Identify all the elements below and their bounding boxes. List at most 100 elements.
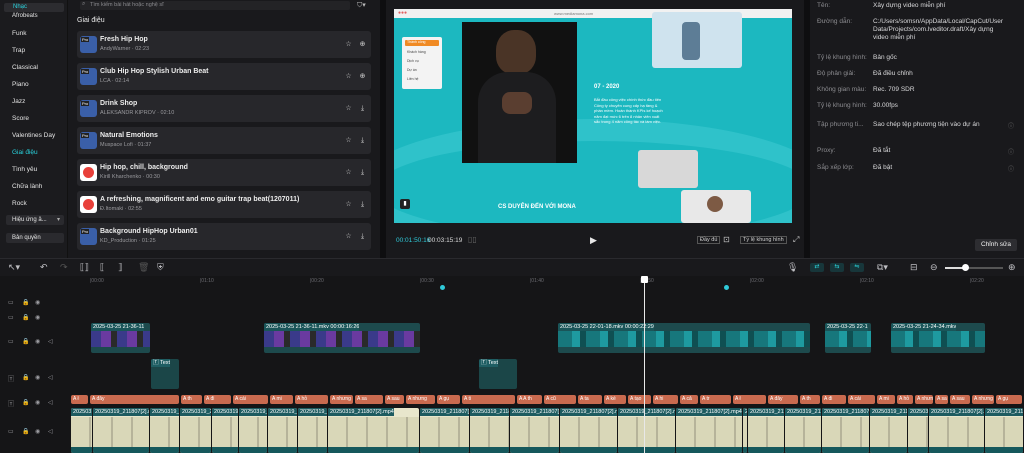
- caption-clip[interactable]: A tr: [700, 395, 731, 404]
- linkage-icon[interactable]: ⇋: [850, 263, 864, 272]
- main-video-clip[interactable]: 20250319_211807[2].mp4: [420, 408, 469, 453]
- caption-clip[interactable]: A hi: [653, 395, 678, 404]
- edit-button[interactable]: Chỉnh sửa: [975, 239, 1017, 251]
- eye-icon[interactable]: ◉: [35, 428, 40, 435]
- info-icon[interactable]: ⓘ: [1008, 147, 1014, 156]
- music-track[interactable]: Hip hop, chill, background Kirill Kharche…: [77, 159, 371, 186]
- main-video-clip[interactable]: 20250319_211807[2].mp4: [743, 408, 747, 453]
- main-video-clip[interactable]: 20250319_211807[2].mp4 00:00:13:21: [470, 408, 509, 453]
- sidebar-item-rock[interactable]: Rock: [12, 200, 27, 207]
- main-video-clip[interactable]: 20250319_211807[2].mp4: [676, 408, 742, 453]
- category-dropdown[interactable]: Nhạc: [4, 3, 64, 12]
- sidebar-item-piano[interactable]: Piano: [12, 81, 29, 88]
- zoom-in-icon[interactable]: ⊕: [1008, 262, 1016, 273]
- sidebar-item-copyright[interactable]: Bản quyền: [6, 233, 64, 243]
- microphone-icon[interactable]: 🎙: [787, 262, 798, 273]
- eye-icon[interactable]: ◉: [35, 338, 40, 345]
- info-icon[interactable]: ⓘ: [1008, 164, 1014, 173]
- preview-axis-icon[interactable]: ⧉▾: [877, 262, 888, 273]
- magnet-icon[interactable]: ⇆: [830, 263, 844, 272]
- main-video-clip[interactable]: 20250319_211807[2].mp4: [929, 408, 984, 453]
- eye-icon[interactable]: ◉: [35, 314, 40, 321]
- add-icon[interactable]: ⊕: [358, 72, 367, 81]
- main-video-clip[interactable]: 20250319_211807[2].mp4: [560, 408, 617, 453]
- caption-clip[interactable]: A cái: [233, 395, 268, 404]
- playhead-handle[interactable]: [641, 276, 648, 283]
- music-track[interactable]: Pro Natural Emotions Muspace Lofi · 01:37 ☆…: [77, 127, 371, 154]
- search-input[interactable]: ⌕ Tìm kiếm bài hát hoặc nghệ sĩ: [80, 1, 350, 10]
- delete-icon[interactable]: 🗑: [138, 262, 149, 273]
- caption-clip[interactable]: A đi: [822, 395, 846, 404]
- video-clip[interactable]: 2025-03-25 22-01-18.mkv 00:00:22:29: [558, 323, 810, 353]
- caption-clip[interactable]: A đi: [204, 395, 231, 404]
- download-icon[interactable]: ⤓: [358, 200, 367, 209]
- undo-icon[interactable]: ↶: [40, 262, 48, 273]
- trim-left-icon[interactable]: ⟦: [100, 262, 104, 273]
- video-clip[interactable]: 2025-03-25 21-36-11.mkv 00:00:16:26: [264, 323, 420, 353]
- zoom-slider[interactable]: [945, 264, 1003, 271]
- music-track[interactable]: A refreshing, magnificent and emo guitar…: [77, 191, 371, 218]
- caption-clip[interactable]: A cả: [680, 395, 698, 404]
- sidebar-item-score[interactable]: Score: [12, 115, 29, 122]
- caption-clip[interactable]: A mi: [270, 395, 293, 404]
- favorite-icon[interactable]: ☆: [344, 200, 353, 209]
- video-clip[interactable]: 2025-03-25 21-36-11: [91, 323, 150, 353]
- caption-clip[interactable]: A đây: [90, 395, 179, 404]
- eye-icon[interactable]: ◉: [35, 399, 40, 406]
- main-video-clip[interactable]: 20250319_211807[2].mp4: [618, 408, 675, 453]
- main-video-clip[interactable]: 20250319_211807[2].mp4: [239, 408, 267, 453]
- caption-clip[interactable]: A th: [181, 395, 202, 404]
- music-track[interactable]: Pro Fresh Hip Hop AndyWarner · 02:23 ☆ ⊕: [77, 31, 371, 58]
- music-track[interactable]: Pro Club Hip Hop Stylish Urban Beat LCA · …: [77, 63, 371, 90]
- lock-icon[interactable]: 🔒: [22, 314, 29, 321]
- video-canvas[interactable]: ●●● www.mediamona.com Thành công Khách h…: [394, 9, 792, 223]
- sidebar-item-classical[interactable]: Classical: [12, 64, 38, 71]
- caption-clip[interactable]: A gụ: [996, 395, 1022, 404]
- main-video-clip[interactable]: 20250319_211807[2].mp4: [822, 408, 869, 453]
- download-icon[interactable]: ⤓: [358, 136, 367, 145]
- text-clip[interactable]: 🅃 Text: [151, 359, 179, 389]
- download-icon[interactable]: ⤓: [358, 232, 367, 241]
- caption-clip[interactable]: A cái: [848, 395, 875, 404]
- caption-clip[interactable]: A nhưng: [915, 395, 933, 404]
- main-video-clip[interactable]: 20250319_211807[2].mp4: [180, 408, 211, 453]
- zoom-slider-handle[interactable]: [962, 264, 969, 271]
- trim-right-icon[interactable]: ⟧: [118, 262, 122, 273]
- main-video-clip[interactable]: 20250319_211807[2].mp4: [298, 408, 327, 453]
- caption-clip[interactable]: A gụ: [437, 395, 460, 404]
- marker-dot[interactable]: [724, 285, 729, 290]
- eye-icon[interactable]: ◉: [35, 299, 40, 306]
- main-video-clip[interactable]: 20250319_211807[2].mp4: [93, 408, 149, 453]
- caption-clip[interactable]: A cũ: [544, 395, 576, 404]
- sidebar-item-chua-lanh[interactable]: Chữa lành: [12, 183, 42, 190]
- caption-clip[interactable]: A ł: [733, 395, 766, 404]
- download-icon[interactable]: ⤓: [358, 168, 367, 177]
- caption-clip[interactable]: A sa: [935, 395, 948, 404]
- caption-clip[interactable]: A nhưng: [406, 395, 435, 404]
- zoom-fit-icon[interactable]: ⊟: [910, 262, 918, 273]
- caption-clip[interactable]: A A th: [517, 395, 542, 404]
- favorite-icon[interactable]: ☆: [344, 136, 353, 145]
- caption-clip[interactable]: A sau: [950, 395, 970, 404]
- caption-clip[interactable]: A ké: [604, 395, 626, 404]
- fullscreen-icon[interactable]: ⤢: [793, 235, 799, 245]
- speaker-icon[interactable]: ◁: [48, 374, 53, 381]
- main-video-clip[interactable]: 20250319_211807[2].mp4: [870, 408, 907, 453]
- music-track[interactable]: Pro Drink Shop ALEKSANDR KIPROV · 02:10 ☆ ⤓: [77, 95, 371, 122]
- sidebar-item-funk[interactable]: Funk: [12, 30, 26, 37]
- caption-clip[interactable]: A sau: [385, 395, 404, 404]
- shield-icon[interactable]: ⛨: [157, 262, 164, 273]
- caption-clip[interactable]: A hỏ: [295, 395, 328, 404]
- caption-clip[interactable]: A nhưng: [330, 395, 353, 404]
- main-video-clip[interactable]: 20250319_211807[2].mp4: [908, 408, 928, 453]
- main-video-clip[interactable]: 20250319_211807[2].mp4: [328, 408, 419, 453]
- caption-clip[interactable]: A ta: [578, 395, 602, 404]
- lock-icon[interactable]: 🔒: [22, 299, 29, 306]
- caption-clip[interactable]: A ł: [71, 395, 88, 404]
- add-icon[interactable]: ⊕: [358, 40, 367, 49]
- caption-clip[interactable]: A nhưng: [972, 395, 994, 404]
- sidebar-item-tinh-yeu[interactable]: Tình yêu: [12, 166, 37, 173]
- speaker-icon[interactable]: ◁: [48, 338, 53, 345]
- caption-clip[interactable]: A sa: [355, 395, 383, 404]
- full-quality-button[interactable]: Đầy đủ: [697, 236, 721, 244]
